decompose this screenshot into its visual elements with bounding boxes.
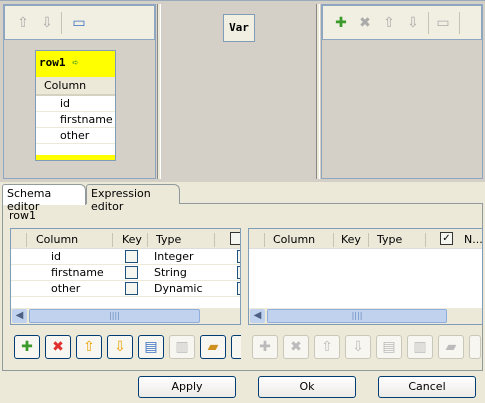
var-table[interactable]: Var — [223, 14, 255, 42]
paste-button[interactable]: ▥ — [169, 335, 195, 359]
table-row[interactable]: firstname String — [11, 265, 240, 281]
splitter[interactable] — [157, 4, 161, 179]
separator — [428, 12, 429, 34]
header-key[interactable]: Key — [341, 233, 361, 246]
add-row-button[interactable]: ✚ — [14, 335, 40, 359]
header-nullable[interactable]: N... — [464, 233, 482, 246]
table-footer — [36, 155, 115, 160]
header-type[interactable]: Type — [156, 233, 181, 246]
arrow-up-icon[interactable]: ⇧ — [381, 15, 397, 31]
table-row[interactable]: other Dynamic — [11, 281, 240, 297]
input-table-row1[interactable]: row1 ➪ Column id firstname other — [35, 50, 116, 161]
nullable-checkbox[interactable] — [237, 282, 240, 295]
copy-button[interactable]: ▤ — [376, 335, 402, 359]
table-row[interactable]: other — [36, 128, 115, 144]
move-down-button[interactable]: ⇩ — [345, 335, 371, 359]
scroll-thumb[interactable]: |||| — [29, 309, 200, 323]
tab-schema-editor[interactable]: Schema editor — [2, 184, 86, 213]
paste-button[interactable]: ▥ — [407, 335, 433, 359]
output-toolbar: ✚ ✖ ⇧ ⇩ ▭ — [322, 5, 482, 40]
nullable-checkbox[interactable] — [237, 266, 240, 279]
ok-button[interactable]: Ok — [258, 376, 356, 398]
table-header: row1 ➪ — [36, 51, 115, 77]
delete-icon[interactable]: ✖ — [357, 15, 373, 31]
delete-row-button[interactable]: ✖ — [45, 335, 71, 359]
header-checkbox[interactable]: ✓ — [440, 232, 453, 245]
separator — [459, 12, 460, 34]
table-header: Column Key Type ✓ N... — [249, 229, 482, 249]
add-icon[interactable]: ✚ — [333, 15, 349, 31]
scroll-left-icon[interactable]: ◀ — [250, 309, 265, 323]
scroll-thumb[interactable]: |||| — [267, 309, 447, 323]
export-button[interactable] — [231, 335, 241, 359]
header-column[interactable]: Column — [273, 233, 315, 246]
import-button[interactable]: ▰ — [438, 335, 464, 359]
arrow-up-icon[interactable]: ⇧ — [15, 15, 31, 31]
horizontal-scrollbar[interactable]: ◀ |||| — [249, 308, 482, 324]
left-schema-table[interactable]: Column Key Type id Integer firstname Strin… — [10, 228, 241, 325]
copy-button[interactable]: ▤ — [138, 335, 164, 359]
add-row-button[interactable]: ✚ — [252, 335, 278, 359]
add-output-icon[interactable]: ➪ — [72, 56, 79, 69]
key-checkbox[interactable] — [125, 282, 138, 295]
minimize-icon[interactable]: ▭ — [71, 15, 87, 31]
import-button[interactable]: ▰ — [200, 335, 226, 359]
header-column[interactable]: Column — [36, 233, 78, 246]
cancel-button[interactable]: Cancel — [378, 376, 476, 398]
separator — [61, 12, 62, 34]
minimize-icon[interactable]: ▭ — [435, 15, 451, 31]
move-up-button[interactable]: ⇧ — [314, 335, 340, 359]
apply-button[interactable]: Apply — [138, 376, 236, 398]
horizontal-scrollbar[interactable]: ◀ |||| — [11, 308, 240, 324]
header-key[interactable]: Key — [122, 233, 142, 246]
nullable-checkbox[interactable] — [237, 250, 240, 263]
splitter[interactable] — [316, 4, 320, 179]
right-schema-table[interactable]: Column Key Type ✓ N... ◀ |||| — [248, 228, 483, 325]
header-type[interactable]: Type — [377, 233, 402, 246]
move-up-button[interactable]: ⇧ — [76, 335, 102, 359]
move-down-button[interactable]: ⇩ — [107, 335, 133, 359]
table-name: row1 — [39, 56, 66, 69]
export-button[interactable] — [469, 335, 481, 359]
delete-row-button[interactable]: ✖ — [283, 335, 309, 359]
table-row[interactable]: id Integer — [11, 249, 240, 265]
arrow-down-icon[interactable]: ⇩ — [39, 15, 55, 31]
table-row[interactable]: id — [36, 96, 115, 112]
table-header: Column Key Type — [11, 229, 240, 249]
tab-expression-editor[interactable]: Expression editor — [86, 184, 180, 213]
header-checkbox[interactable] — [230, 232, 240, 245]
input-toolbar: ⇧ ⇩ ▭ — [4, 5, 155, 40]
table-row[interactable]: firstname — [36, 112, 115, 128]
arrow-down-icon[interactable]: ⇩ — [405, 15, 421, 31]
scroll-left-icon[interactable]: ◀ — [12, 309, 27, 323]
key-checkbox[interactable] — [125, 250, 138, 263]
key-checkbox[interactable] — [125, 266, 138, 279]
column-header: Column — [36, 77, 115, 96]
